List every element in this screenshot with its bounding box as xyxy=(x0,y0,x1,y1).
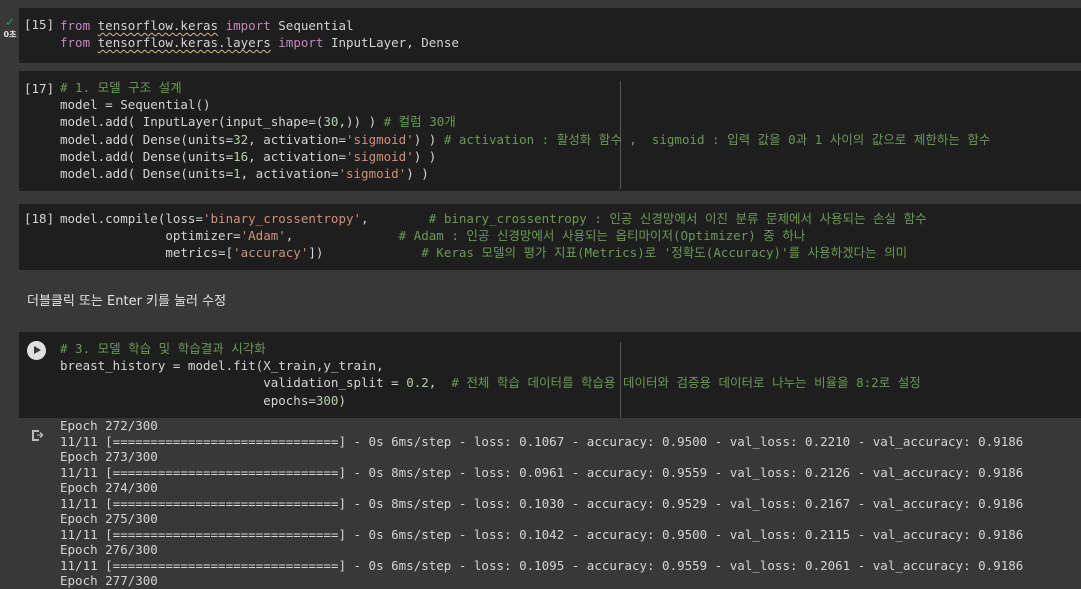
code-cell-17[interactable]: [17] # 1. 모델 구조 설계 model = Sequential() … xyxy=(19,71,1081,191)
cell-output: Epoch 272/300 11/11 [===================… xyxy=(60,418,1023,589)
output-line: Epoch 276/300 xyxy=(60,542,158,558)
output-line: Epoch 275/300 xyxy=(60,511,158,527)
code-line: model.add( Dense(units=16, activation='s… xyxy=(60,148,437,164)
cell-15-code[interactable]: from tensorflow.keras import Sequential … xyxy=(60,17,459,51)
code-line: model.add( Dense(units=1, activation='si… xyxy=(60,166,429,182)
output-line: 11/11 [==============================] -… xyxy=(60,464,1024,480)
code-line: model.compile(loss='binary_crossentropy'… xyxy=(60,211,927,226)
execution-time: 0초 xyxy=(3,30,17,39)
output-line: Epoch 272/300 xyxy=(60,418,158,433)
execution-count: [15] xyxy=(24,17,55,32)
check-icon: ✓ xyxy=(4,15,16,29)
code-cell-15[interactable]: [15] from tensorflow.keras import Sequen… xyxy=(19,8,1081,63)
code-line: optimizer='Adam', # Adam : 인공 신경망에서 사용되는… xyxy=(60,228,806,244)
output-line: 11/11 [==============================] -… xyxy=(60,495,1024,511)
code-line: model.add( Dense(units=32, activation='s… xyxy=(60,131,991,147)
code-cell-train[interactable]: # 3. 모델 학습 및 학습결과 시각화 breast_history = m… xyxy=(19,332,1081,418)
text-cell-placeholder[interactable]: 더블클릭 또는 Enter 키를 눌러 수정 xyxy=(27,290,226,309)
code-line: model = Sequential() xyxy=(60,97,211,113)
output-line: 11/11 [==============================] -… xyxy=(60,433,1024,449)
cell-18-code[interactable]: model.compile(loss='binary_crossentropy'… xyxy=(60,210,927,262)
output-line: 11/11 [==============================] -… xyxy=(60,557,1024,573)
execution-count: [17] xyxy=(24,81,55,96)
output-line: Epoch 273/300 xyxy=(60,449,158,465)
output-line: 11/11 [==============================] -… xyxy=(60,526,1024,542)
code-line: breast_history = model.fit(X_train,y_tra… xyxy=(60,358,384,374)
output-line: Epoch 277/300 xyxy=(60,573,158,589)
cell-17-code[interactable]: # 1. 모델 구조 설계 model = Sequential() model… xyxy=(60,79,990,182)
code-line: from tensorflow.keras import Sequential xyxy=(60,18,354,33)
cell-train-code[interactable]: # 3. 모델 학습 및 학습결과 시각화 breast_history = m… xyxy=(60,340,921,409)
code-line: from tensorflow.keras.layers import Inpu… xyxy=(60,35,459,51)
code-cell-18[interactable]: [18] model.compile(loss='binary_crossent… xyxy=(19,204,1081,270)
execution-count: [18] xyxy=(24,211,55,226)
cell-status: ✓ 0초 xyxy=(0,16,20,40)
code-line: validation_split = 0.2, # 전체 학습 데이터를 학습용… xyxy=(60,375,921,391)
code-line: # 1. 모델 구조 설계 xyxy=(60,80,182,95)
run-cell-button[interactable] xyxy=(27,341,46,360)
output-line: Epoch 274/300 xyxy=(60,480,158,496)
code-line: epochs=300) xyxy=(60,392,346,408)
code-line: # 3. 모델 학습 및 학습결과 시각화 xyxy=(60,341,266,356)
code-line: model.add( InputLayer(input_shape=(30,))… xyxy=(60,114,456,130)
output-icon[interactable] xyxy=(31,429,44,442)
code-line: metrics=['accuracy']) # Keras 모델의 평가 지표(… xyxy=(60,245,908,261)
